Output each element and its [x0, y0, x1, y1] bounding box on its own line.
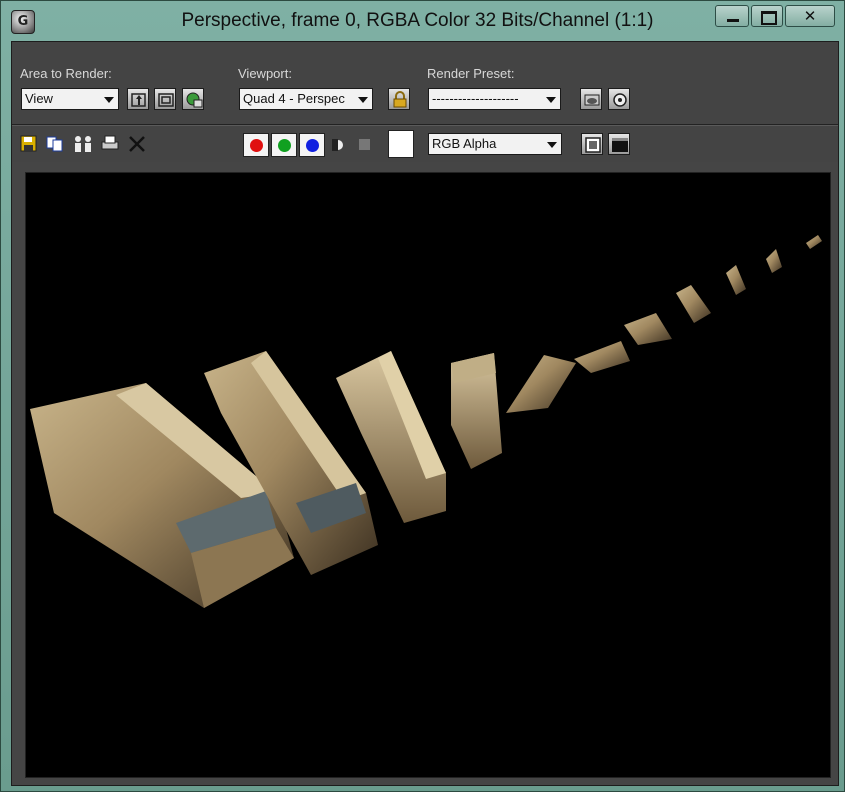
app-icon[interactable]: G	[11, 10, 35, 34]
auto-region-button[interactable]	[154, 88, 176, 110]
viewport-label: Viewport:	[238, 66, 292, 81]
render-region-button[interactable]	[182, 88, 204, 110]
blue-channel-toggle[interactable]	[299, 133, 325, 157]
blue-dot-icon	[306, 139, 319, 152]
area-to-render-dropdown[interactable]: View	[21, 88, 119, 110]
rendered-image[interactable]	[25, 172, 831, 778]
maximize-icon	[761, 11, 777, 25]
red-dot-icon	[250, 139, 263, 152]
toggle-ui-button[interactable]	[608, 133, 630, 155]
green-dot-icon	[278, 139, 291, 152]
edit-region-button[interactable]	[127, 88, 149, 110]
title-bar[interactable]: G Perspective, frame 0, RGBA Color 32 Bi…	[1, 1, 844, 41]
disc-icon	[613, 93, 627, 107]
viewport-dropdown[interactable]: Quad 4 - Perspec	[239, 88, 373, 110]
camper-vans-render	[26, 173, 830, 777]
lock-icon	[393, 91, 407, 108]
area-to-render-label: Area to Render:	[20, 66, 112, 81]
render-preset-dropdown[interactable]: --------------------	[428, 88, 561, 110]
display-channel-dropdown[interactable]: RGB Alpha	[428, 133, 562, 155]
chevron-down-icon	[546, 97, 556, 103]
print-icon[interactable]	[100, 135, 120, 153]
auto-region-icon	[158, 93, 174, 107]
render-settings-toolbar: Area to Render: View Viewport: Quad 4 - …	[12, 42, 838, 125]
frame-buffer-toolbar: RGB Alpha	[12, 125, 838, 162]
save-icon[interactable]	[20, 135, 38, 153]
maximize-button[interactable]	[751, 5, 783, 27]
teapot-icon	[584, 94, 600, 106]
red-channel-toggle[interactable]	[243, 133, 269, 157]
copy-image-icon[interactable]	[46, 135, 66, 153]
chevron-down-icon	[104, 97, 114, 103]
render-frame-window: G Perspective, frame 0, RGBA Color 32 Bi…	[0, 0, 845, 792]
color-swatch[interactable]	[388, 130, 414, 158]
lock-viewport-button[interactable]	[388, 88, 410, 110]
clear-icon[interactable]	[128, 135, 146, 153]
clone-window-icon[interactable]	[72, 135, 94, 153]
minimize-icon	[727, 19, 739, 22]
render-region-icon	[186, 92, 203, 108]
chevron-down-icon	[358, 97, 368, 103]
environment-effects-button[interactable]	[608, 88, 630, 110]
green-channel-toggle[interactable]	[271, 133, 297, 157]
window-title: Perspective, frame 0, RGBA Color 32 Bits…	[181, 10, 654, 31]
monochrome-icon[interactable]	[359, 139, 370, 150]
alpha-channel-icon[interactable]	[330, 138, 346, 152]
render-preset-label: Render Preset:	[427, 66, 515, 81]
chevron-down-icon	[547, 142, 557, 148]
toggle-ui-overlay-button[interactable]	[581, 133, 603, 155]
close-icon: ✕	[803, 7, 817, 25]
overlay-icon	[585, 137, 601, 153]
edit-region-icon	[131, 93, 146, 107]
minimize-button[interactable]	[715, 5, 749, 27]
window-frame-icon	[612, 138, 628, 152]
render-panel: Area to Render: View Viewport: Quad 4 - …	[11, 41, 839, 786]
render-setup-button[interactable]	[580, 88, 602, 110]
close-button[interactable]: ✕	[785, 5, 835, 27]
